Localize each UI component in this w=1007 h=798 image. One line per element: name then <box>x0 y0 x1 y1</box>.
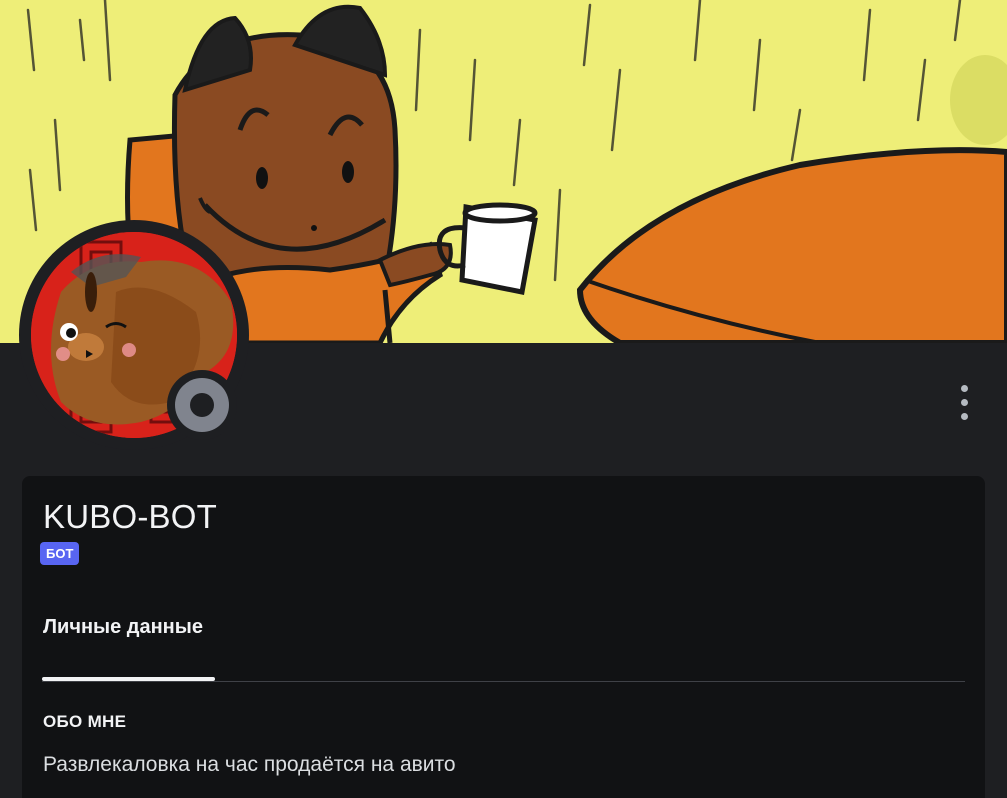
profile-card: KUBO-BOT БОТ Личные данные ОБО МНЕ Развл… <box>22 476 985 798</box>
more-vertical-icon <box>960 384 968 392</box>
username: KUBO-BOT <box>43 498 217 535</box>
bot-badge: БОТ <box>40 542 80 565</box>
tabs-divider <box>42 681 965 682</box>
about-me-heading: ОБО МНЕ <box>43 712 127 731</box>
tab-personal-data[interactable]: Личные данные <box>43 616 203 639</box>
more-options-button[interactable] <box>946 380 982 424</box>
about-me-text: Развлекаловка на час продаётся на авито <box>43 753 456 776</box>
status-offline-indicator <box>167 370 237 440</box>
